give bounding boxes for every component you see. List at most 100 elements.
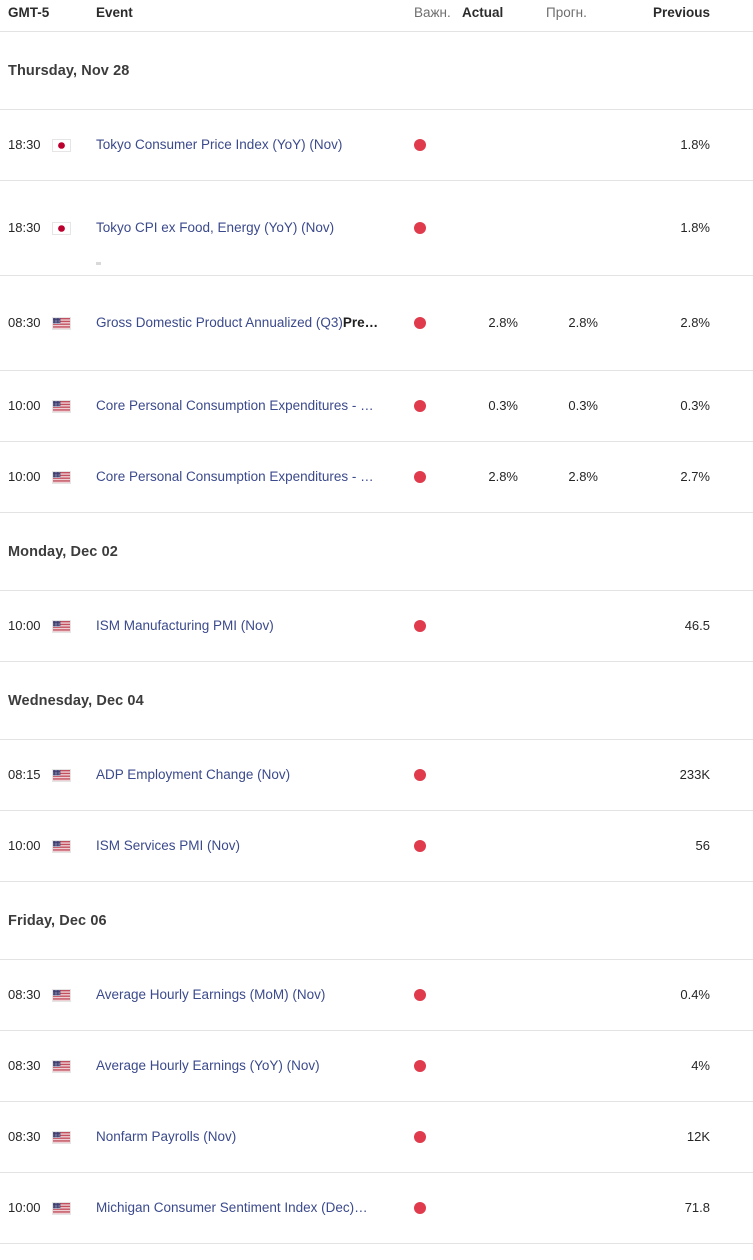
table-row[interactable]: 08:30 Average Hourly Earnings (YoY) (Nov)… xyxy=(0,1031,753,1102)
row-time-cell: 08:15 xyxy=(0,766,52,784)
event-link[interactable]: Core Personal Consumption Expenditures -… xyxy=(96,469,374,484)
row-country-cell xyxy=(52,1059,96,1073)
row-previous-cell: 0.4% xyxy=(620,986,715,1004)
header-cell-previous: Previous xyxy=(620,4,715,22)
importance-dot-icon xyxy=(414,139,426,151)
previous-value: 1.8% xyxy=(680,137,710,152)
importance-dot-icon xyxy=(414,400,426,412)
header-actual-label: Actual xyxy=(462,5,504,20)
country-flag-icon xyxy=(52,221,71,235)
row-country-cell xyxy=(52,988,96,1002)
previous-value: 0.4% xyxy=(680,987,710,1002)
previous-value: 0.3% xyxy=(680,398,710,413)
event-revision-tag: Pre… xyxy=(342,315,379,330)
event-time: 08:30 xyxy=(8,1058,41,1073)
event-link[interactable]: Tokyo Consumer Price Index (YoY) (Nov) xyxy=(96,137,342,152)
importance-dot-icon xyxy=(414,840,426,852)
actual-value: 2.8% xyxy=(488,469,518,484)
event-link[interactable]: ISM Manufacturing PMI (Nov) xyxy=(96,618,274,633)
table-row[interactable]: 08:30 Gross Domestic Product Annualized (… xyxy=(0,276,753,371)
row-time-cell: 10:00 xyxy=(0,617,52,635)
country-flag-icon xyxy=(52,839,71,853)
row-forecast-cell: 0.3% xyxy=(540,397,620,415)
event-time: 08:30 xyxy=(8,315,41,330)
row-importance-cell xyxy=(414,317,462,329)
table-row[interactable]: 10:00 Michigan Consumer Sentiment Index (… xyxy=(0,1173,753,1244)
event-link[interactable]: Core Personal Consumption Expenditures -… xyxy=(96,398,374,413)
row-country-cell xyxy=(52,839,96,853)
event-time: 10:00 xyxy=(8,398,41,413)
row-previous-cell: 0.3% xyxy=(620,397,715,415)
row-forecast-cell: 2.8% xyxy=(540,314,620,332)
row-importance-cell xyxy=(414,139,462,151)
event-link[interactable]: ADP Employment Change (Nov) xyxy=(96,767,290,782)
previous-value: 12K xyxy=(686,1129,710,1144)
row-previous-cell: 56 xyxy=(620,837,715,855)
table-row[interactable]: 08:30 Average Hourly Earnings (MoM) (Nov)… xyxy=(0,960,753,1031)
event-link[interactable]: Michigan Consumer Sentiment Index (Dec)… xyxy=(96,1200,368,1215)
country-flag-icon xyxy=(52,1201,71,1215)
table-row[interactable]: 10:00 Core Personal Consumption Expenditu… xyxy=(0,371,753,442)
row-importance-cell xyxy=(414,400,462,412)
table-row[interactable]: 10:00 ISM Manufacturing PMI (Nov) 46.5 xyxy=(0,591,753,662)
row-time-cell: 08:30 xyxy=(0,1128,52,1146)
row-time-cell: 08:30 xyxy=(0,1057,52,1075)
row-importance-cell xyxy=(414,989,462,1001)
row-previous-cell: 12K xyxy=(620,1128,715,1146)
row-event-cell: Gross Domestic Product Annualized (Q3)Pr… xyxy=(96,314,414,332)
table-row[interactable]: 10:00 Core Personal Consumption Expenditu… xyxy=(0,442,753,513)
event-time: 18:30 xyxy=(8,220,41,235)
row-actual-cell: 0.3% xyxy=(462,397,540,415)
header-timezone-label: GMT-5 xyxy=(8,5,50,20)
country-flag-icon xyxy=(52,1059,71,1073)
country-flag-icon xyxy=(52,399,71,413)
table-row[interactable]: 08:30 Nonfarm Payrolls (Nov) 12K xyxy=(0,1102,753,1173)
row-previous-cell: 2.7% xyxy=(620,468,715,486)
header-cell-forecast: Прогн. xyxy=(540,4,620,22)
header-event-label: Event xyxy=(96,5,133,20)
event-link[interactable]: Gross Domestic Product Annualized (Q3) xyxy=(96,315,343,330)
actual-value: 2.8% xyxy=(488,315,518,330)
event-time: 10:00 xyxy=(8,618,41,633)
event-link[interactable]: Average Hourly Earnings (MoM) (Nov) xyxy=(96,987,325,1002)
header-cell-importance: Важн. xyxy=(414,4,462,22)
row-time-cell: 08:30 xyxy=(0,986,52,1004)
table-row[interactable]: 18:30 Tokyo CPI ex Food, Energy (YoY) (No… xyxy=(0,181,753,276)
importance-dot-icon xyxy=(414,222,426,234)
event-link[interactable]: Tokyo CPI ex Food, Energy (YoY) (Nov) xyxy=(96,220,334,235)
table-header: GMT-5 Event Важн. Actual Прогн. Previous xyxy=(0,0,753,32)
previous-value: 56 xyxy=(695,838,710,853)
table-row[interactable]: 10:00 ISM Services PMI (Nov) 56 xyxy=(0,811,753,882)
event-link[interactable]: Average Hourly Earnings (YoY) (Nov) xyxy=(96,1058,320,1073)
calendar-body: Thursday, Nov 28 18:30 Tokyo Consumer Pric… xyxy=(0,32,753,1244)
row-event-cell: Tokyo CPI ex Food, Energy (YoY) (Nov) xyxy=(96,219,414,237)
row-actual-cell: 2.8% xyxy=(462,468,540,486)
row-importance-cell xyxy=(414,1060,462,1072)
country-flag-icon xyxy=(52,1130,71,1144)
economic-calendar: GMT-5 Event Важн. Actual Прогн. Previous… xyxy=(0,0,753,1260)
row-country-cell xyxy=(52,138,96,152)
row-time-cell: 10:00 xyxy=(0,837,52,855)
row-event-cell: Average Hourly Earnings (YoY) (Nov) xyxy=(96,1057,414,1075)
row-event-cell: ISM Manufacturing PMI (Nov) xyxy=(96,617,414,635)
date-group-header: Thursday, Nov 28 xyxy=(0,32,753,110)
row-time-cell: 18:30 xyxy=(0,136,52,154)
row-previous-cell: 46.5 xyxy=(620,617,715,635)
previous-value: 1.8% xyxy=(680,220,710,235)
event-link[interactable]: ISM Services PMI (Nov) xyxy=(96,838,240,853)
event-link[interactable]: Nonfarm Payrolls (Nov) xyxy=(96,1129,236,1144)
date-group-header: Friday, Dec 06 xyxy=(0,882,753,960)
date-group-label: Friday, Dec 06 xyxy=(8,912,107,929)
row-importance-cell xyxy=(414,1131,462,1143)
importance-dot-icon xyxy=(414,1131,426,1143)
date-group-label: Wednesday, Dec 04 xyxy=(8,692,144,709)
render-artifact xyxy=(96,262,101,265)
date-group-header: Wednesday, Dec 04 xyxy=(0,662,753,740)
table-row[interactable]: 18:30 Tokyo Consumer Price Index (YoY) (N… xyxy=(0,110,753,181)
row-previous-cell: 1.8% xyxy=(620,136,715,154)
row-country-cell xyxy=(52,470,96,484)
row-importance-cell xyxy=(414,769,462,781)
date-group-header: Monday, Dec 02 xyxy=(0,513,753,591)
table-row[interactable]: 08:15 ADP Employment Change (Nov) 233K xyxy=(0,740,753,811)
row-event-cell: Average Hourly Earnings (MoM) (Nov) xyxy=(96,986,414,1004)
